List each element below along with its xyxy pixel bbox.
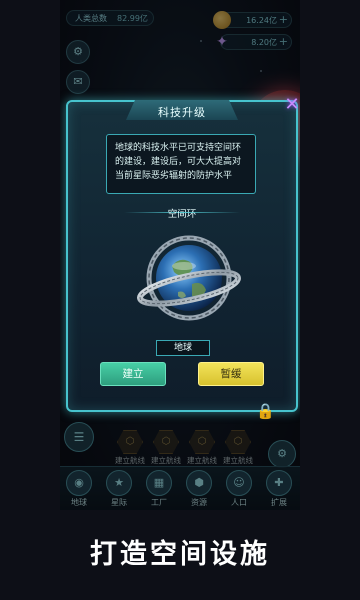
close-button[interactable]: ✕	[282, 96, 300, 116]
close-icon: ✕	[284, 94, 300, 115]
space-ring-planet-image	[137, 235, 241, 321]
pause-button[interactable]: 暂缓	[198, 362, 264, 386]
divider	[180, 212, 240, 213]
description-text: 地球的科技水平已可支持空间环的建设，建设后，可大大提高对当前星际恶劣辐射的防护水…	[106, 134, 256, 194]
tech-upgrade-dialog: 科技升级 ✕ 地球的科技水平已可支持空间环的建设，建设后，可大大提高对当前星际恶…	[66, 96, 300, 412]
build-button[interactable]: 建立	[100, 362, 166, 386]
game-screen: 人类总数 82.99亿 16.24亿 + ✦ 8.20亿 + ⚙ ✉ ☰ ⬡ ⬡…	[60, 0, 300, 510]
lock-icon: 🔒	[256, 402, 275, 420]
planet-name: 地球	[156, 340, 210, 356]
promo-caption: 打造空间设施	[90, 539, 270, 570]
dialog-title: 科技升级	[158, 106, 206, 119]
section-label: 空间环	[167, 209, 197, 220]
